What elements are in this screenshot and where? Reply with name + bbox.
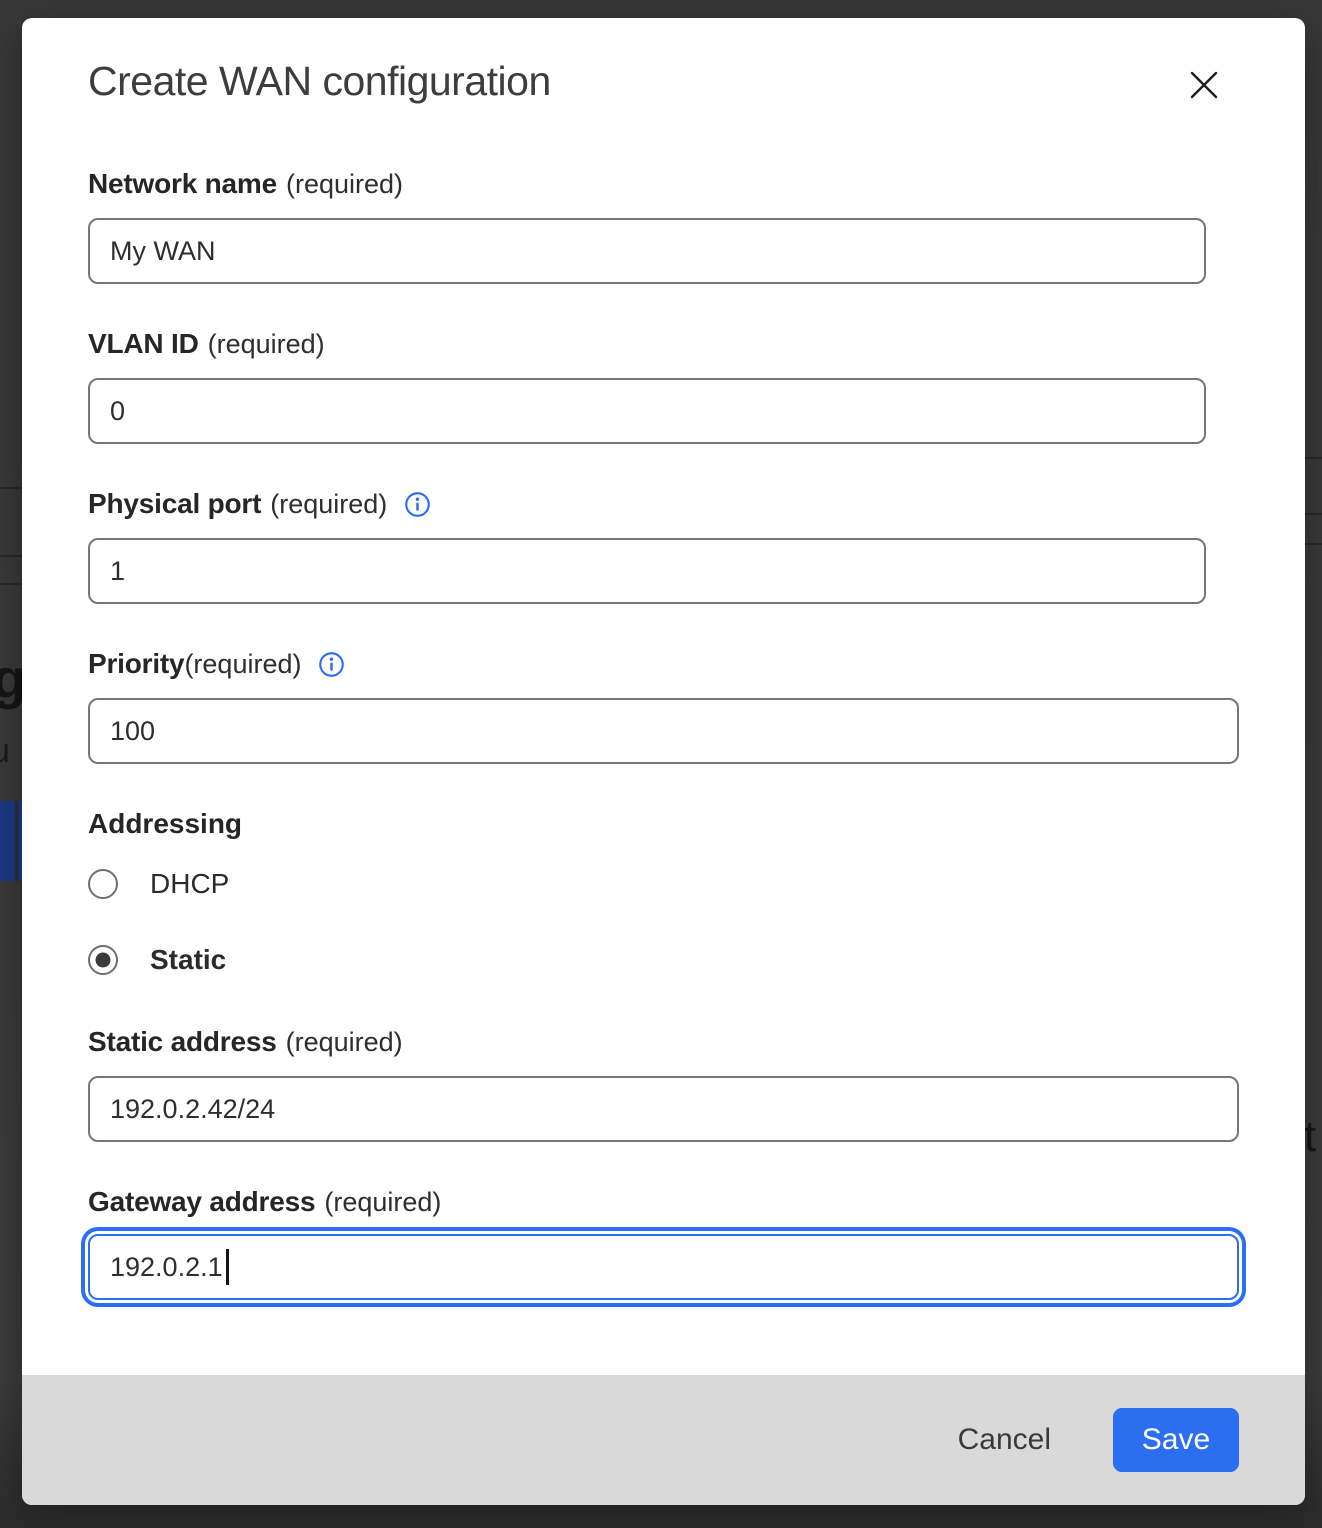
static-radio-label: Static	[150, 944, 226, 976]
background-table-line	[0, 583, 22, 585]
create-wan-dialog: Create WAN configuration Network name (r…	[22, 18, 1305, 1505]
priority-input[interactable]	[88, 698, 1239, 764]
network-name-input[interactable]	[88, 218, 1206, 284]
addressing-heading: Addressing	[88, 808, 1239, 840]
network-name-label: Network name	[88, 168, 277, 200]
required-hint: (required)	[270, 489, 387, 520]
priority-field: Priority (required)	[88, 648, 1239, 764]
addressing-option-dhcp[interactable]: DHCP	[88, 868, 1239, 900]
background-table-line	[0, 555, 22, 557]
required-hint: (required)	[286, 1027, 403, 1058]
vlan-id-label: VLAN ID	[88, 328, 199, 360]
close-button[interactable]	[1183, 64, 1225, 106]
gateway-address-label: Gateway address	[88, 1186, 315, 1218]
dialog-body: Create WAN configuration Network name (r…	[22, 18, 1305, 1300]
gateway-address-value: 192.0.2.1	[110, 1252, 223, 1283]
priority-info-button[interactable]	[318, 651, 345, 678]
info-circle-icon	[404, 506, 431, 521]
background-table-line	[1305, 543, 1322, 545]
background-table-line	[1305, 513, 1322, 515]
physical-port-label: Physical port	[88, 488, 261, 520]
background-table-line	[1305, 457, 1322, 459]
static-address-field: Static address (required)	[88, 1026, 1239, 1142]
background-occluded-text: t	[1304, 1112, 1316, 1162]
background-occluded-button	[0, 801, 22, 881]
dialog-title: Create WAN configuration	[88, 58, 551, 105]
close-icon	[1187, 90, 1221, 105]
text-cursor	[226, 1249, 229, 1285]
physical-port-field: Physical port (required)	[88, 488, 1239, 604]
physical-port-info-button[interactable]	[404, 491, 431, 518]
info-circle-icon	[318, 666, 345, 681]
save-button[interactable]: Save	[1113, 1408, 1239, 1472]
gateway-address-field: Gateway address (required) 192.0.2.1	[88, 1186, 1239, 1300]
vlan-id-input[interactable]	[88, 378, 1206, 444]
required-hint: (required)	[184, 649, 301, 680]
physical-port-input[interactable]	[88, 538, 1206, 604]
cancel-button[interactable]: Cancel	[944, 1413, 1065, 1467]
gateway-address-input[interactable]: 192.0.2.1	[88, 1234, 1239, 1300]
background-occluded-text: u	[0, 732, 10, 771]
dialog-footer: Cancel Save	[22, 1375, 1305, 1505]
static-radio[interactable]	[88, 945, 118, 975]
static-address-input[interactable]	[88, 1076, 1239, 1142]
background-table-line	[0, 487, 22, 489]
required-hint: (required)	[208, 329, 325, 360]
network-name-field: Network name (required)	[88, 168, 1239, 284]
addressing-option-static[interactable]: Static	[88, 944, 1239, 976]
required-hint: (required)	[324, 1187, 441, 1218]
vlan-id-field: VLAN ID (required)	[88, 328, 1239, 444]
dhcp-radio[interactable]	[88, 869, 118, 899]
priority-label: Priority	[88, 648, 184, 680]
dhcp-radio-label: DHCP	[150, 868, 229, 900]
required-hint: (required)	[286, 169, 403, 200]
static-address-label: Static address	[88, 1026, 277, 1058]
